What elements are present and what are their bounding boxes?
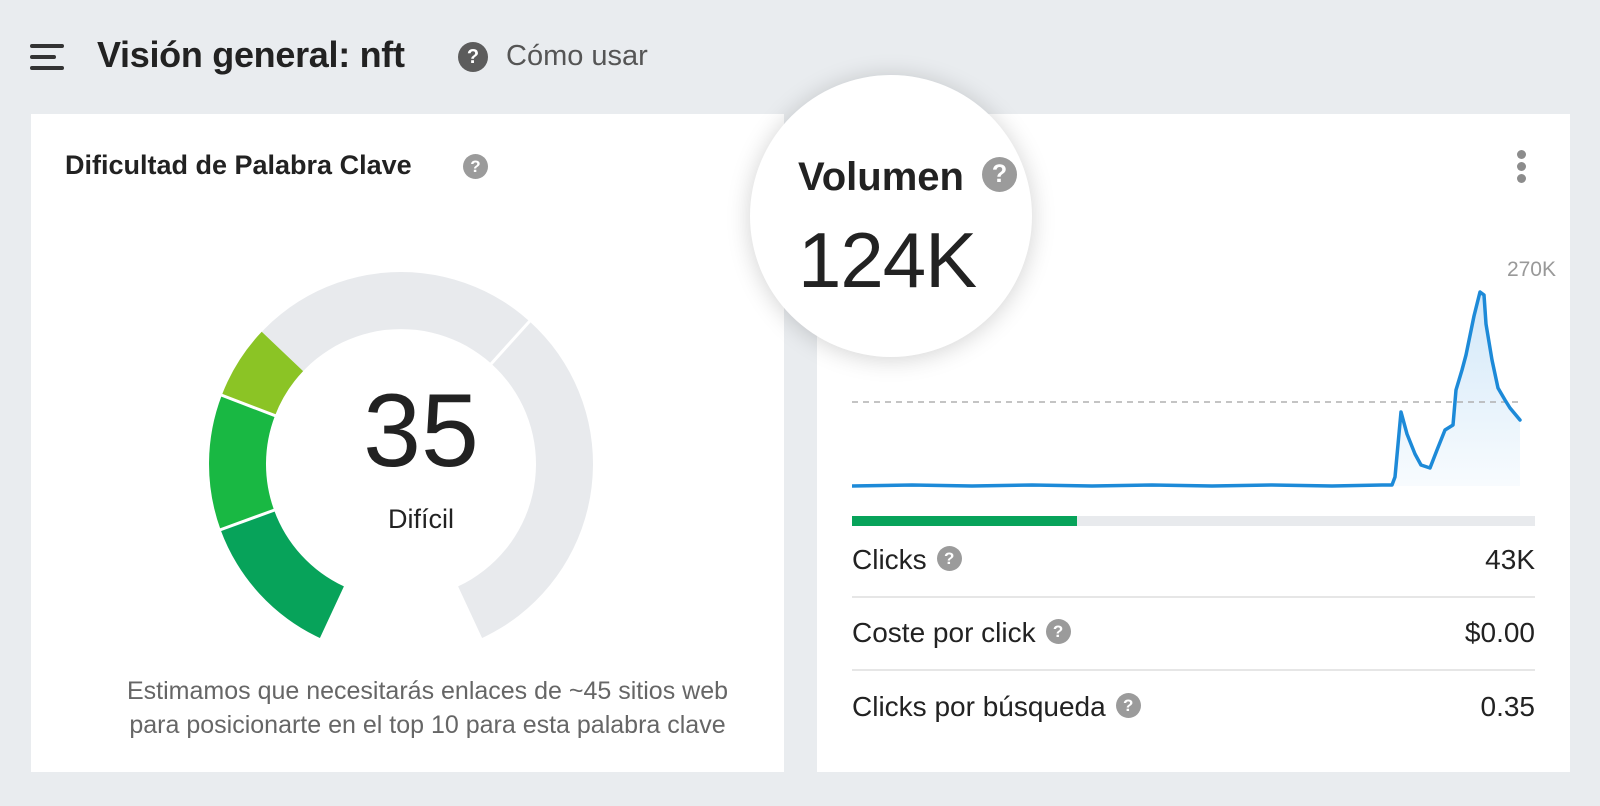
page-header: Visión general: nft ? Cómo usar <box>0 0 1600 112</box>
metric-row-clicks-per-search: Clicks por búsqueda? 0.35 <box>852 679 1535 737</box>
metric-label: Coste por click? <box>852 617 1071 649</box>
hamburger-menu-icon[interactable] <box>30 44 64 70</box>
question-mark-icon[interactable]: ? <box>1045 619 1071 645</box>
keyword-difficulty-card: Dificultad de Palabra Clave ? 35 Difícil… <box>31 114 784 772</box>
description-line: Estimamos que necesitarás enlaces de ~45… <box>126 677 728 705</box>
metric-row-clicks: Clicks? 43K <box>852 532 1535 590</box>
metric-label: Clicks por búsqueda? <box>852 691 1141 723</box>
question-mark-icon[interactable]: ? <box>1115 693 1141 719</box>
metric-label-text: Clicks <box>852 544 927 575</box>
metric-label: Clicks? <box>852 544 962 576</box>
volume-magnifier: Volumen ? 124K <box>750 75 1032 357</box>
metric-value: $0.00 <box>1464 617 1535 648</box>
question-mark-icon[interactable]: ? <box>936 546 962 572</box>
difficulty-description: Estimamos que necesitarás enlaces de ~45… <box>51 674 804 742</box>
clicks-share-fill <box>852 516 1078 526</box>
metric-label-text: Clicks por búsqueda <box>852 691 1106 722</box>
difficulty-rating: Difícil <box>388 504 454 534</box>
metric-label-text: Coste por click <box>852 617 1036 648</box>
how-to-use-link[interactable]: Cómo usar <box>506 40 648 73</box>
help-icon[interactable]: ? <box>458 42 488 72</box>
difficulty-score: 35 <box>363 373 479 489</box>
divider <box>852 669 1535 671</box>
metric-value: 0.35 <box>1480 691 1536 722</box>
gauge-segment-2 <box>209 395 275 530</box>
volume-value: 124K <box>798 216 977 304</box>
question-mark-icon[interactable]: ? <box>982 157 1017 192</box>
description-line: para posicionarte en el top 10 para esta… <box>129 711 726 739</box>
divider <box>852 596 1535 598</box>
metric-row-cpc: Coste por click? $0.00 <box>852 605 1535 663</box>
more-options-icon[interactable] <box>1515 150 1527 184</box>
clicks-share-bar <box>852 516 1535 526</box>
volume-title: Volumen <box>798 155 964 199</box>
page-title: Visión general: nft <box>97 34 405 75</box>
metric-value: 43K <box>1485 544 1535 575</box>
